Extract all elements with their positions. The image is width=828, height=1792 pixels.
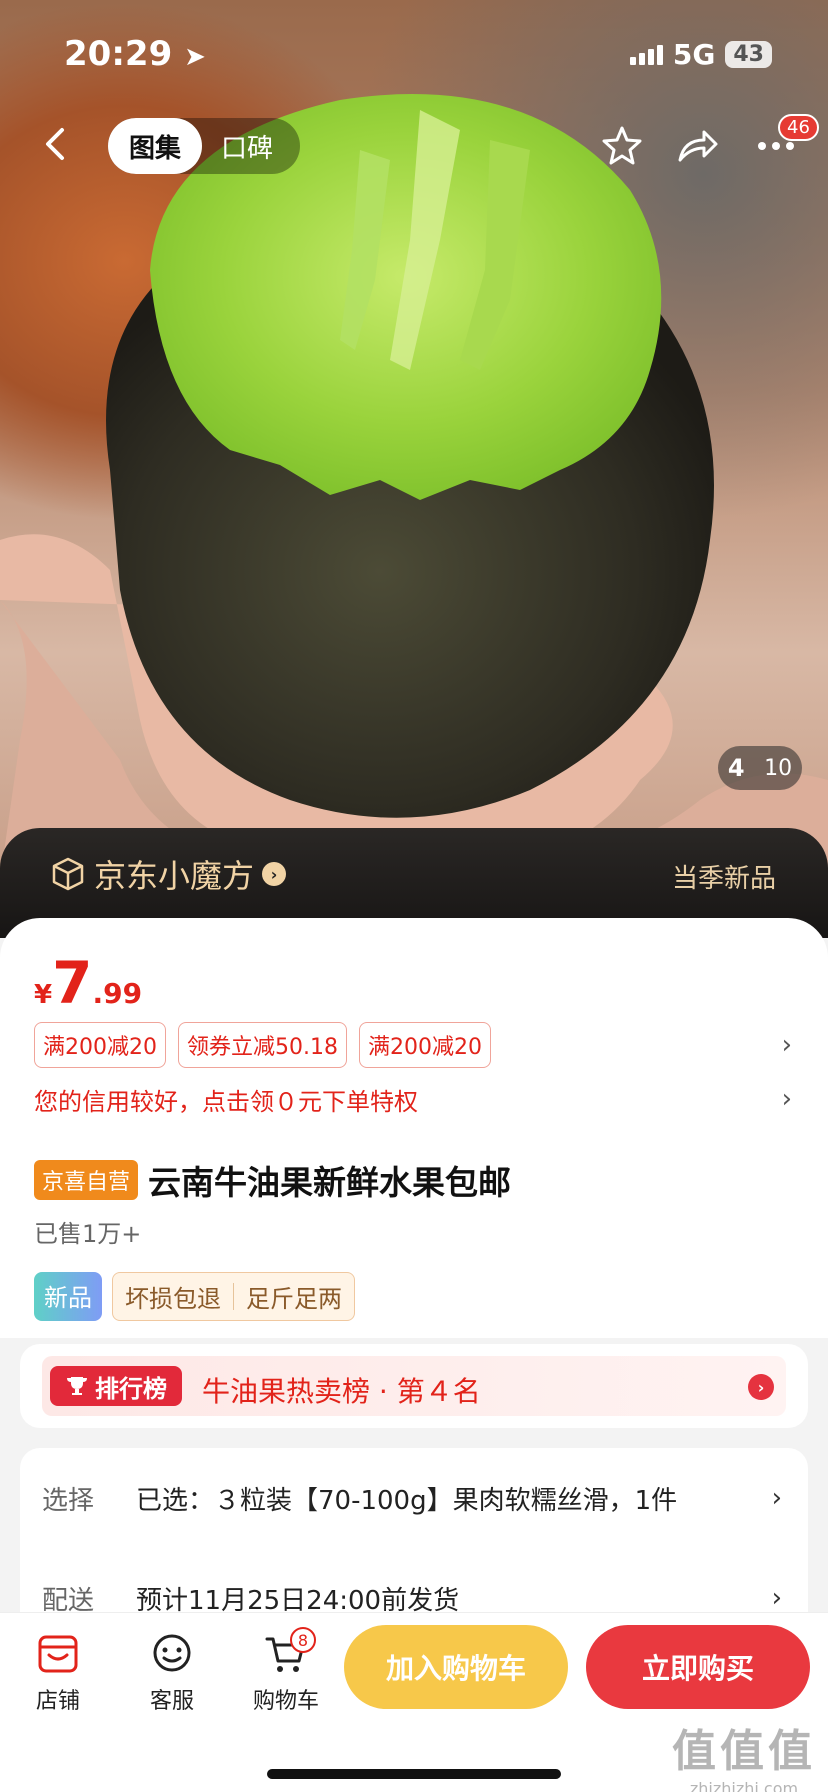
product-image-gallery[interactable]: 20:29 ➤ 5G 43 图集 口碑 46 4 10	[0, 0, 828, 870]
status-indicators: 5G 43	[629, 38, 772, 71]
season-new-label: 当季新品	[671, 864, 776, 894]
watermark-text: 值值值	[672, 1726, 816, 1777]
currency-symbol: ¥	[34, 980, 53, 1010]
ranking-banner[interactable]: 排行榜 牛油果热卖榜 · 第４名 ›	[42, 1356, 786, 1416]
option-label: 选择	[42, 1485, 95, 1516]
gallery-current: 4	[727, 754, 745, 782]
watermark-logo: 值值值 zhizhizhi.com	[672, 1715, 816, 1792]
time-text: 20:29	[64, 34, 173, 74]
chevron-right-icon: ›	[771, 1583, 782, 1613]
customer-service-icon	[153, 1634, 191, 1672]
price-decimal: .99	[92, 977, 143, 1010]
coupon-tag[interactable]: 满200减20	[358, 1022, 491, 1068]
chevron-right-icon: ›	[771, 1483, 782, 1513]
ranking-text: 牛油果热卖榜 · 第４名	[202, 1375, 481, 1408]
store-button[interactable]: 店铺	[18, 1631, 98, 1715]
add-to-cart-button[interactable]: 加入购物车	[344, 1625, 568, 1709]
coupon-tag[interactable]: 满200减20	[34, 1022, 166, 1068]
cart-label: 购物车	[252, 1689, 319, 1714]
bottom-action-bar: 店铺 客服 8 购物车 加入购物车 立即购买 值值值 zhizhizhi.com	[0, 1612, 828, 1792]
ranking-badge: 排行榜	[50, 1366, 182, 1406]
product-info-card: ¥ 7 .99 满200减20 领券立减50.18 满200减20 › 您的信用…	[0, 918, 828, 1338]
option-value: 预计11月25日24:00前发货	[136, 1585, 460, 1616]
brand-name: 京东小魔方	[94, 857, 255, 895]
coupon-list[interactable]: 满200减20 领券立减50.18 满200减20	[34, 1022, 491, 1068]
service-tag: 坏损包退	[125, 1285, 221, 1313]
spec-select-row[interactable]: 选择 已选：３粒装【70-100g】果肉软糯丝滑，1件 ›	[42, 1478, 782, 1518]
ranking-card[interactable]: 排行榜 牛油果热卖榜 · 第４名 ›	[20, 1344, 808, 1428]
chevron-right-icon: ›	[748, 1374, 774, 1400]
credit-notice[interactable]: 您的信用较好，点击领０元下单特权	[34, 1082, 418, 1117]
battery-icon: 43	[725, 41, 772, 68]
home-indicator[interactable]	[267, 1769, 561, 1779]
chevron-right-icon: ›	[262, 862, 287, 886]
location-arrow-icon: ➤	[184, 42, 206, 72]
gallery-tab-switcher: 图集 口碑	[108, 118, 300, 174]
watermark-url: zhizhizhi.com	[689, 1779, 799, 1792]
cube-icon	[52, 857, 84, 891]
product-tags: 新品 坏损包退 足斤足两	[34, 1272, 355, 1321]
product-title-row: 京喜自营 云南牛油果新鲜水果包邮	[34, 1156, 511, 1204]
coupon-tag[interactable]: 领券立减50.18	[178, 1022, 347, 1068]
product-title: 云南牛油果新鲜水果包邮	[148, 1163, 512, 1202]
back-arrow-icon[interactable]	[36, 124, 76, 164]
store-label: 店铺	[35, 1689, 80, 1714]
price: ¥ 7 .99	[34, 954, 142, 1012]
cart-count-badge: 8	[290, 1627, 316, 1653]
customer-service-button[interactable]: 客服	[132, 1631, 212, 1715]
trophy-icon	[67, 1377, 87, 1395]
option-label: 配送	[42, 1585, 95, 1616]
self-operated-badge: 京喜自营	[34, 1160, 139, 1200]
chevron-right-icon[interactable]: ›	[782, 1084, 792, 1114]
network-type: 5G	[672, 38, 716, 71]
service-label: 客服	[149, 1689, 194, 1714]
chevron-right-icon[interactable]: ›	[782, 1030, 792, 1060]
status-bar: 20:29 ➤ 5G 43	[0, 0, 828, 100]
store-icon	[38, 1635, 78, 1673]
new-tag: 新品	[34, 1272, 102, 1321]
sold-count: 已售1万+	[34, 1220, 142, 1248]
status-time: 20:29 ➤	[64, 34, 206, 74]
star-favorite-icon[interactable]	[600, 124, 644, 168]
cellular-signal-icon	[629, 44, 663, 65]
price-integer: 7	[52, 949, 93, 1017]
ranking-badge-label: 排行榜	[95, 1374, 167, 1403]
service-tags[interactable]: 坏损包退 足斤足两	[112, 1272, 355, 1321]
gallery-page-counter: 4 10	[718, 746, 802, 790]
avocado-image	[106, 94, 714, 818]
service-tag: 足斤足两	[246, 1285, 342, 1313]
option-value: 已选：３粒装【70-100g】果肉软糯丝滑，1件	[136, 1485, 678, 1516]
cart-button[interactable]: 8 购物车	[246, 1627, 326, 1715]
tab-reviews[interactable]: 口碑	[208, 118, 286, 174]
share-icon[interactable]	[676, 124, 720, 168]
battery-level: 43	[733, 42, 764, 67]
buy-now-button[interactable]: 立即购买	[586, 1625, 810, 1709]
message-count-badge: 46	[778, 114, 819, 141]
gallery-total: 10	[764, 755, 793, 781]
tab-gallery[interactable]: 图集	[108, 118, 202, 174]
brand-logo: 京东小魔方 ›	[50, 850, 287, 898]
